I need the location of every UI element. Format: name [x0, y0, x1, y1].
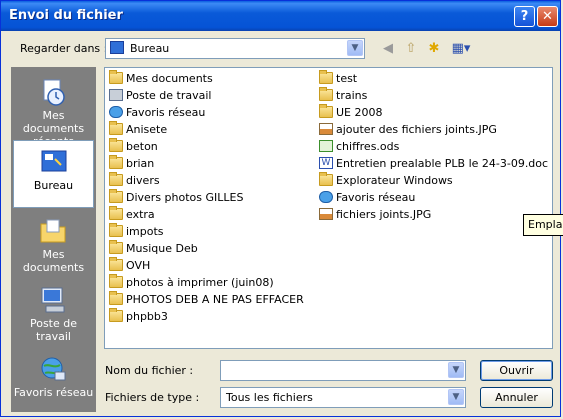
open-button[interactable]: Ouvrir: [480, 360, 553, 381]
file-name: chiffres.ods: [336, 140, 400, 153]
folder-icon: [109, 240, 123, 254]
folder-icon: [109, 257, 123, 271]
shortcut-folder-icon: [319, 172, 333, 186]
file-name: beton: [126, 140, 158, 153]
place-label: Poste de travail: [29, 317, 78, 343]
spreadsheet-file-icon: [319, 140, 333, 152]
desktop-icon: [110, 41, 124, 54]
file-name: Favoris réseau: [336, 191, 416, 204]
file-name: Entretien prealable PLB le 24-3-09.doc: [336, 157, 549, 170]
file-name: divers: [126, 174, 160, 187]
folder-icon: [109, 291, 123, 305]
places-bar: Mes documents récents Bureau Mes documen…: [11, 67, 96, 412]
file-name: photos à imprimer (juin08): [126, 276, 274, 289]
my-computer-icon: [41, 287, 65, 313]
new-folder-icon[interactable]: ✱: [425, 41, 443, 57]
file-name: Anisete: [126, 123, 168, 136]
folder-icon: [109, 206, 123, 220]
window-title: Envoi du fichier: [9, 8, 123, 23]
file-name: Divers photos GILLES: [126, 191, 244, 204]
title-bar[interactable]: Envoi du fichier ? ✕: [1, 1, 560, 31]
image-file-icon: [319, 123, 333, 135]
place-recent-documents[interactable]: Mes documents récents: [13, 71, 94, 148]
folder-icon: [109, 189, 123, 203]
desktop-icon: [41, 150, 67, 172]
filename-input[interactable]: [223, 362, 443, 378]
my-documents-icon: [40, 219, 66, 243]
file-list[interactable]: Mes documents Poste de travail Favoris r…: [104, 67, 553, 349]
folder-icon: [319, 70, 333, 84]
file-name: UE 2008: [336, 106, 383, 119]
place-label: Bureau: [33, 179, 74, 192]
file-name: impots: [126, 225, 164, 238]
computer-icon: [109, 89, 123, 101]
place-label: Mes documents: [22, 248, 85, 274]
folder-icon: [319, 104, 333, 118]
place-label: Favoris réseau: [13, 386, 94, 399]
file-name: Explorateur Windows: [336, 174, 453, 187]
network-places-icon: [41, 357, 66, 381]
file-name: phpbb3: [126, 310, 168, 323]
folder-icon: [319, 87, 333, 101]
file-name: brian: [126, 157, 155, 170]
back-icon[interactable]: ◀: [379, 41, 397, 57]
views-menu-icon[interactable]: ▦▾: [449, 41, 473, 57]
folder-icon: [109, 172, 123, 186]
lookin-label: Regarder dans :: [20, 42, 108, 55]
recent-documents-icon: [43, 79, 65, 106]
file-name: PHOTOS DEB A NE PAS EFFACER: [126, 293, 304, 306]
chevron-down-icon[interactable]: ▼: [448, 362, 464, 378]
filename-label: Nom du fichier :: [105, 364, 194, 377]
place-my-documents[interactable]: Mes documents: [13, 210, 94, 278]
file-name: Musique Deb: [126, 242, 198, 255]
folder-icon: [109, 308, 123, 322]
up-folder-icon[interactable]: ⇧: [402, 41, 420, 57]
word-document-icon: W: [319, 157, 333, 169]
network-icon: [109, 106, 123, 118]
file-name: fichiers joints.JPG: [336, 208, 432, 221]
file-name: extra: [126, 208, 155, 221]
folder-icon: [109, 155, 123, 169]
file-name: ajouter des fichiers joints.JPG: [336, 123, 497, 136]
filetype-value: Tous les fichiers: [226, 391, 313, 404]
lookin-value: Bureau: [130, 42, 170, 55]
network-shortcut-icon: [319, 191, 333, 203]
file-name: Poste de travail: [126, 89, 212, 102]
file-name: test: [336, 72, 358, 85]
file-name: Mes documents: [126, 72, 213, 85]
file-name: Favoris réseau: [126, 106, 206, 119]
file-dialog: Envoi du fichier ? ✕ Regarder dans : Bur…: [0, 0, 563, 417]
folder-icon: [109, 274, 123, 288]
lookin-select[interactable]: Bureau ▼: [105, 38, 365, 59]
filetype-select[interactable]: Tous les fichiers ▼: [220, 387, 466, 408]
close-button[interactable]: ✕: [537, 6, 558, 27]
place-my-computer[interactable]: Poste de travail: [13, 279, 94, 347]
file-name: trains: [336, 89, 368, 102]
chevron-down-icon[interactable]: ▼: [448, 389, 464, 405]
place-network[interactable]: Favoris réseau: [13, 348, 94, 416]
folder-icon: [109, 223, 123, 237]
filename-field[interactable]: ▼: [220, 360, 466, 381]
place-desktop[interactable]: Bureau: [13, 140, 94, 208]
filetype-label: Fichiers de type :: [105, 391, 200, 404]
file-name: OVH: [126, 259, 151, 272]
chevron-down-icon[interactable]: ▼: [347, 40, 363, 56]
folder-icon: [109, 138, 123, 152]
folder-icon: [109, 121, 123, 135]
image-file-icon: [319, 208, 333, 220]
folder-icon: [109, 70, 123, 84]
help-button[interactable]: ?: [514, 6, 535, 27]
cancel-button[interactable]: Annuler: [480, 387, 553, 408]
tooltip: Emplace: [523, 214, 563, 236]
